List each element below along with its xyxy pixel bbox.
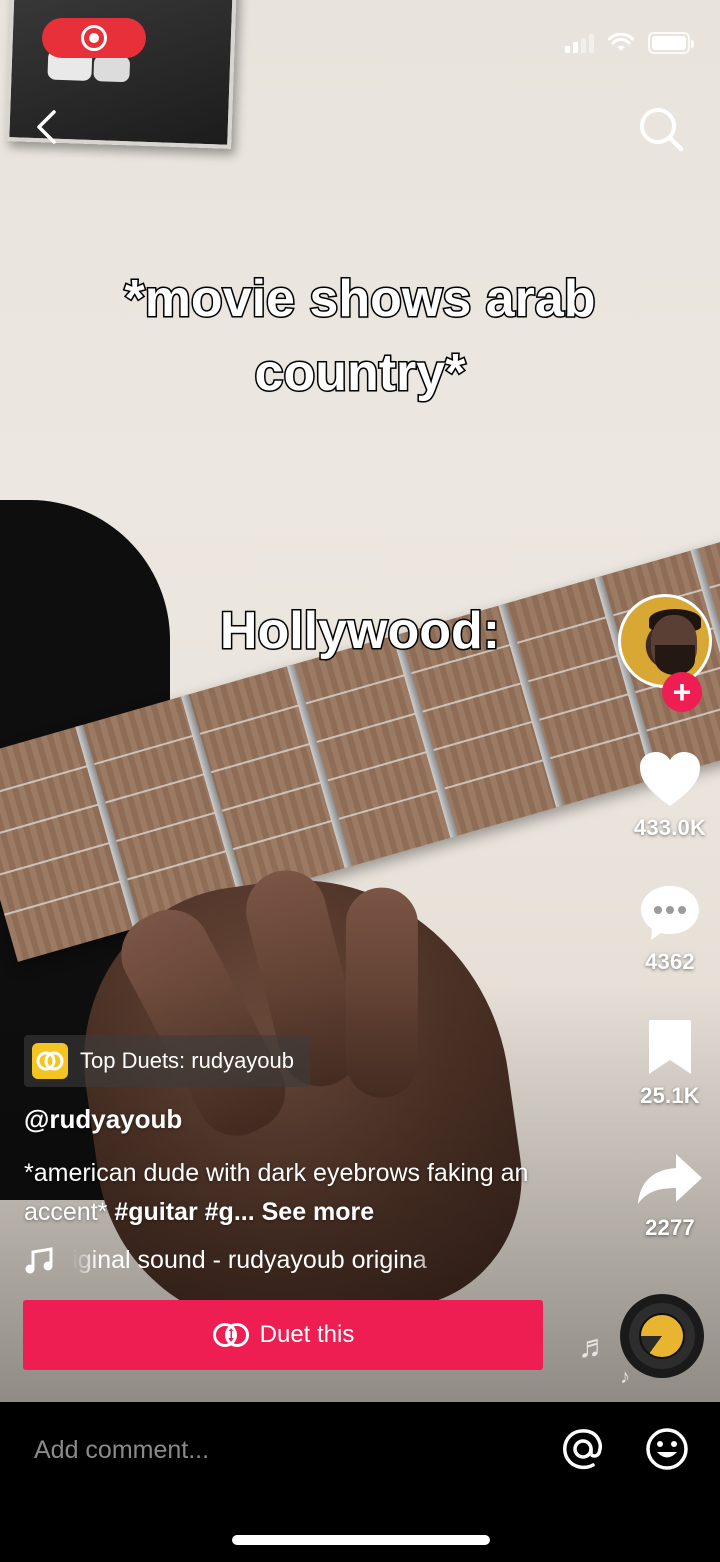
search-button[interactable] [636, 104, 686, 154]
plus-icon: + [672, 674, 692, 710]
sound-row[interactable]: original sound - rudyayoub origina [24, 1246, 452, 1275]
back-button[interactable] [26, 104, 66, 150]
video-description[interactable]: *american dude with dark eyebrows faking… [24, 1154, 584, 1232]
duet-icon [32, 1043, 68, 1079]
share-button[interactable]: 2277 [620, 1150, 720, 1241]
top-duets-label: Top Duets: rudyayoub [80, 1048, 295, 1073]
save-button[interactable]: 25.1K [620, 1018, 720, 1109]
cellular-signal-icon [565, 33, 594, 53]
music-note-icon: ♬ [578, 1328, 610, 1364]
caption-line-1: *movie shows arab [123, 269, 597, 330]
comment-input[interactable] [34, 1432, 514, 1468]
music-note-icon: ♪ [620, 1366, 630, 1388]
save-count: 25.1K [640, 1083, 700, 1108]
status-icons [565, 32, 694, 54]
caption-line-2: country* [253, 343, 467, 404]
battery-icon [648, 32, 694, 54]
comment-icon [641, 886, 699, 940]
creator-avatar[interactable] [618, 594, 712, 688]
like-count: 433.0K [633, 815, 707, 840]
hashtag-guitar[interactable]: #guitar [114, 1198, 197, 1226]
sound-disc[interactable] [620, 1294, 704, 1378]
like-button[interactable]: 433.0K [620, 750, 720, 841]
music-note-icon [25, 1246, 53, 1273]
follow-button[interactable]: + [662, 672, 702, 712]
screen-recording-indicator[interactable] [42, 18, 146, 58]
wifi-icon [608, 33, 634, 51]
duet-this-button[interactable]: Duet this [23, 1300, 543, 1370]
caption-line-3: Hollywood: [218, 601, 501, 662]
at-icon [563, 1429, 603, 1470]
home-indicator[interactable] [232, 1535, 490, 1545]
comment-count: 4362 [645, 949, 695, 974]
mention-button[interactable] [560, 1426, 606, 1472]
duet-this-label: Duet this [259, 1321, 355, 1348]
sound-cover-image [639, 1313, 685, 1359]
share-arrow-icon [638, 1154, 702, 1204]
top-duets-chip[interactable]: Top Duets: rudyayoub [24, 1035, 311, 1087]
creator-username[interactable]: @rudyayoub [24, 1104, 182, 1135]
share-count: 2277 [645, 1215, 695, 1240]
hashtag-truncated[interactable]: #g... [205, 1198, 255, 1226]
record-icon [81, 25, 107, 51]
emoji-button[interactable] [644, 1426, 690, 1472]
sound-name: original sound - rudyayoub origina [72, 1246, 427, 1274]
search-icon [640, 108, 684, 152]
bookmark-icon [649, 1020, 691, 1074]
emoji-icon [646, 1428, 688, 1470]
see-more-link[interactable]: See more [262, 1198, 375, 1226]
duet-icon [212, 1323, 249, 1347]
comment-button[interactable]: 4362 [620, 884, 720, 975]
chevron-left-icon [37, 110, 56, 144]
heart-icon [640, 752, 700, 806]
